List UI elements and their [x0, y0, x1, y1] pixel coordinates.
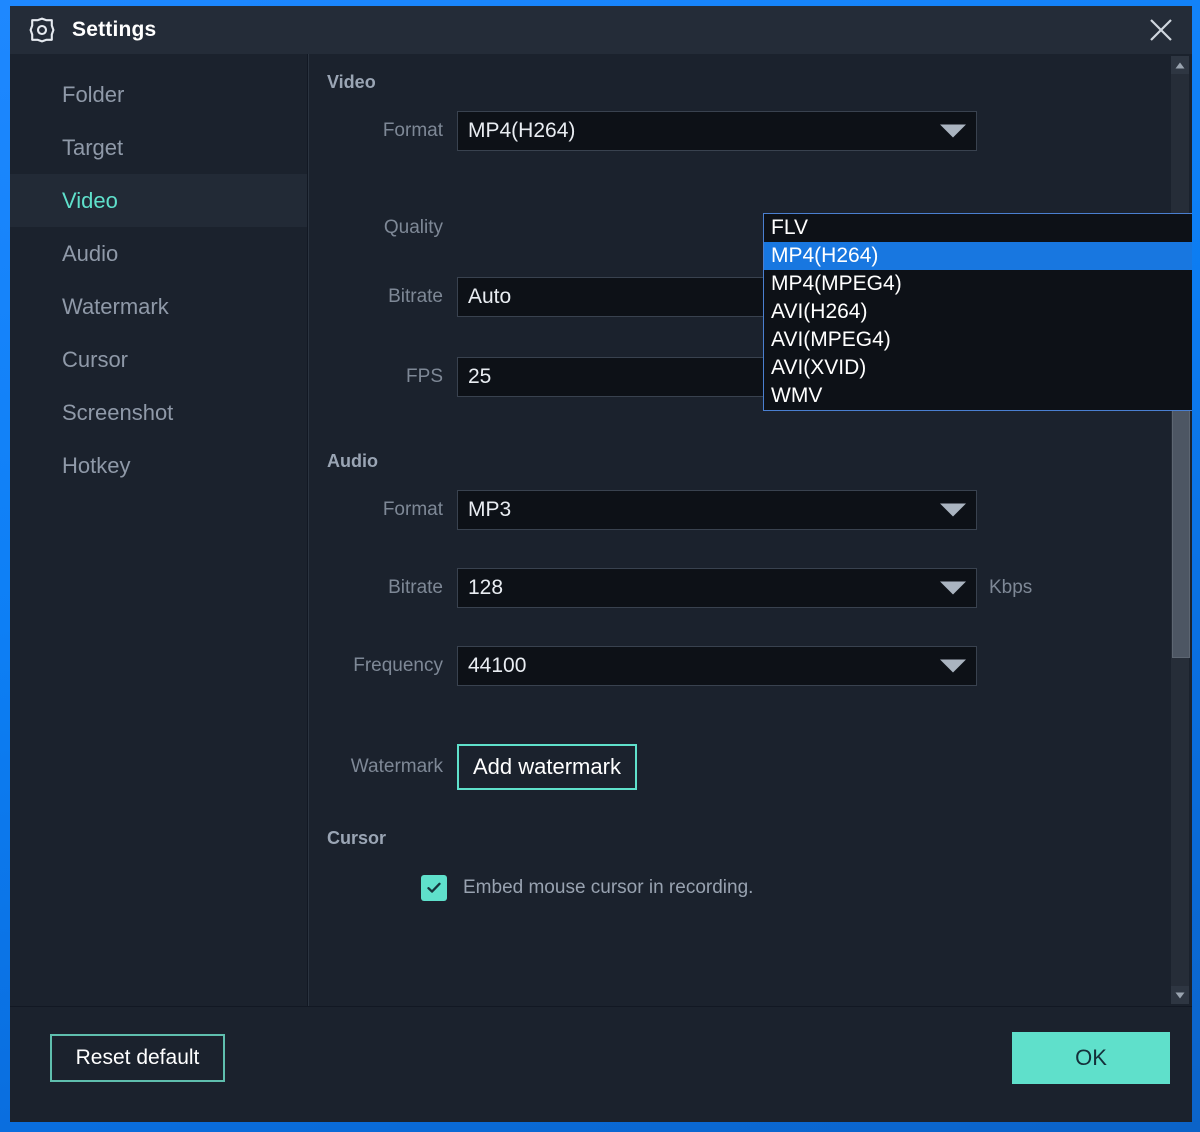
embed-cursor-row: Embed mouse cursor in recording.: [421, 875, 1170, 901]
sidebar-item-screenshot[interactable]: Screenshot: [10, 386, 307, 439]
scrollbar-track[interactable]: [1171, 74, 1189, 986]
chevron-down-icon: [940, 660, 966, 673]
chevron-down-icon: [940, 504, 966, 517]
audio-bitrate-label: Bitrate: [309, 577, 457, 599]
audio-bitrate-select[interactable]: 128: [457, 568, 977, 608]
video-quality-label: Quality: [309, 217, 457, 239]
cursor-section-header: Cursor: [327, 828, 1170, 849]
audio-format-select[interactable]: MP3: [457, 490, 977, 530]
audio-format-label: Format: [309, 499, 457, 521]
check-icon: [425, 879, 443, 897]
dropdown-option-mp4-h264[interactable]: MP4(H264): [764, 242, 1192, 270]
chevron-down-icon: [940, 582, 966, 595]
sidebar-item-label: Target: [62, 135, 123, 161]
scroll-down-arrow-icon[interactable]: [1171, 986, 1189, 1004]
sidebar-item-cursor[interactable]: Cursor: [10, 333, 307, 386]
dropdown-option-avi-xvid[interactable]: AVI(XVID): [764, 354, 1192, 382]
sidebar: Folder Target Video Audio Watermark Curs…: [10, 54, 308, 1006]
video-bitrate-label: Bitrate: [309, 286, 457, 308]
audio-format-value: MP3: [468, 498, 511, 522]
embed-cursor-label: Embed mouse cursor in recording.: [463, 877, 753, 899]
video-fps-value: 25: [468, 365, 491, 389]
sidebar-item-video[interactable]: Video: [10, 174, 307, 227]
dropdown-option-avi-mpeg4[interactable]: AVI(MPEG4): [764, 326, 1192, 354]
sidebar-item-watermark[interactable]: Watermark: [10, 280, 307, 333]
dropdown-option-wmv[interactable]: WMV: [764, 382, 1192, 410]
sidebar-item-label: Folder: [62, 82, 124, 108]
sidebar-item-label: Cursor: [62, 347, 128, 373]
content-scrollbar[interactable]: [1170, 56, 1190, 1004]
add-watermark-button[interactable]: Add watermark: [457, 744, 637, 790]
sidebar-item-label: Watermark: [62, 294, 169, 320]
video-format-label: Format: [309, 120, 457, 142]
audio-frequency-row: Frequency 44100: [309, 646, 1170, 686]
sidebar-item-label: Hotkey: [62, 453, 130, 479]
video-format-value: MP4(H264): [468, 119, 575, 143]
video-format-row: Format MP4(H264): [309, 111, 1170, 151]
audio-frequency-select[interactable]: 44100: [457, 646, 977, 686]
sidebar-item-label: Audio: [62, 241, 118, 267]
sidebar-item-label: Video: [62, 188, 118, 214]
sidebar-item-audio[interactable]: Audio: [10, 227, 307, 280]
audio-frequency-value: 44100: [468, 654, 526, 678]
dropdown-option-flv[interactable]: FLV: [764, 214, 1192, 242]
audio-bitrate-row: Bitrate 128 Kbps: [309, 568, 1170, 608]
audio-bitrate-unit: Kbps: [989, 577, 1032, 599]
dialog-footer: Reset default OK: [10, 1006, 1192, 1122]
video-settings-scroll-area: Video Format MP4(H264) Quality: [309, 54, 1170, 1006]
sidebar-item-hotkey[interactable]: Hotkey: [10, 439, 307, 492]
video-format-dropdown-list[interactable]: FLV MP4(H264) MP4(MPEG4) AVI(H264) AVI(M…: [763, 213, 1192, 411]
page-title: Settings: [72, 18, 156, 42]
title-bar: Settings: [10, 6, 1192, 54]
gear-icon: [28, 16, 56, 44]
settings-content-panel: Video Format MP4(H264) Quality: [308, 54, 1192, 1006]
chevron-down-icon: [940, 125, 966, 138]
ok-button[interactable]: OK: [1012, 1032, 1170, 1084]
sidebar-item-target[interactable]: Target: [10, 121, 307, 174]
audio-frequency-label: Frequency: [309, 655, 457, 677]
audio-bitrate-value: 128: [468, 576, 503, 600]
watermark-row: Watermark Add watermark: [309, 744, 1170, 790]
sidebar-item-label: Screenshot: [62, 400, 173, 426]
video-format-select[interactable]: MP4(H264): [457, 111, 977, 151]
video-section-header: Video: [327, 72, 1170, 93]
video-fps-label: FPS: [309, 366, 457, 388]
close-icon[interactable]: [1144, 13, 1178, 47]
scroll-up-arrow-icon[interactable]: [1171, 56, 1189, 74]
dropdown-option-mp4-mpeg4[interactable]: MP4(MPEG4): [764, 270, 1192, 298]
sidebar-item-folder[interactable]: Folder: [10, 68, 307, 121]
audio-section-header: Audio: [327, 451, 1170, 472]
reset-default-button[interactable]: Reset default: [50, 1034, 225, 1082]
audio-format-row: Format MP3: [309, 490, 1170, 530]
app-root: Settings Folder Target Video Audio Water…: [0, 0, 1200, 1132]
video-bitrate-value: Auto: [468, 285, 511, 309]
embed-cursor-checkbox[interactable]: [421, 875, 447, 901]
dropdown-option-avi-h264[interactable]: AVI(H264): [764, 298, 1192, 326]
dialog-body: Folder Target Video Audio Watermark Curs…: [10, 54, 1192, 1006]
settings-dialog: Settings Folder Target Video Audio Water…: [10, 6, 1192, 1122]
watermark-label: Watermark: [309, 756, 457, 778]
